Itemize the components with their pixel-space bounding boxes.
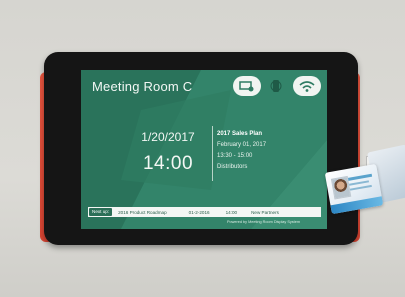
current-time: 14:00 — [142, 153, 194, 174]
wifi-icon[interactable] — [293, 76, 321, 96]
access-card — [324, 163, 384, 215]
next-meeting-date: 01-2-2016 — [188, 209, 210, 215]
room-name: Meeting Room C — [92, 79, 193, 94]
meeting-time: 13:30 - 15:00 — [217, 153, 253, 159]
current-date: 1/20/2017 — [141, 130, 195, 144]
divider — [212, 126, 213, 181]
powered-by-text: Powered by Meeting Room Display System — [227, 220, 301, 224]
next-meeting-time: 14:00 — [225, 209, 238, 215]
current-datetime: 1/20/2017 14:00 — [127, 130, 209, 175]
display-screen: Meeting Room C 1/20/2017 14:00 2017 Sale… — [81, 70, 327, 229]
next-meeting-attendees: New Partners — [251, 209, 279, 215]
phone-icon[interactable] — [263, 76, 289, 96]
projector-icon[interactable] — [233, 76, 261, 96]
meeting-title: 2017 Sales Plan — [217, 131, 263, 137]
meeting-audience: Distributors — [217, 164, 248, 170]
next-meeting-bar[interactable]: Next up: 2016 Product Roadmap 01-2-2016 … — [88, 207, 321, 217]
meeting-date: February 01, 2017 — [217, 142, 267, 148]
amenity-icons — [233, 76, 323, 96]
next-meeting-title: 2016 Product Roadmap — [118, 209, 167, 215]
next-up-label: Next up: — [89, 208, 113, 216]
current-meeting: 2017 Sales Plan February 01, 2017 13:30 … — [217, 129, 266, 173]
card-stripe — [349, 184, 372, 191]
